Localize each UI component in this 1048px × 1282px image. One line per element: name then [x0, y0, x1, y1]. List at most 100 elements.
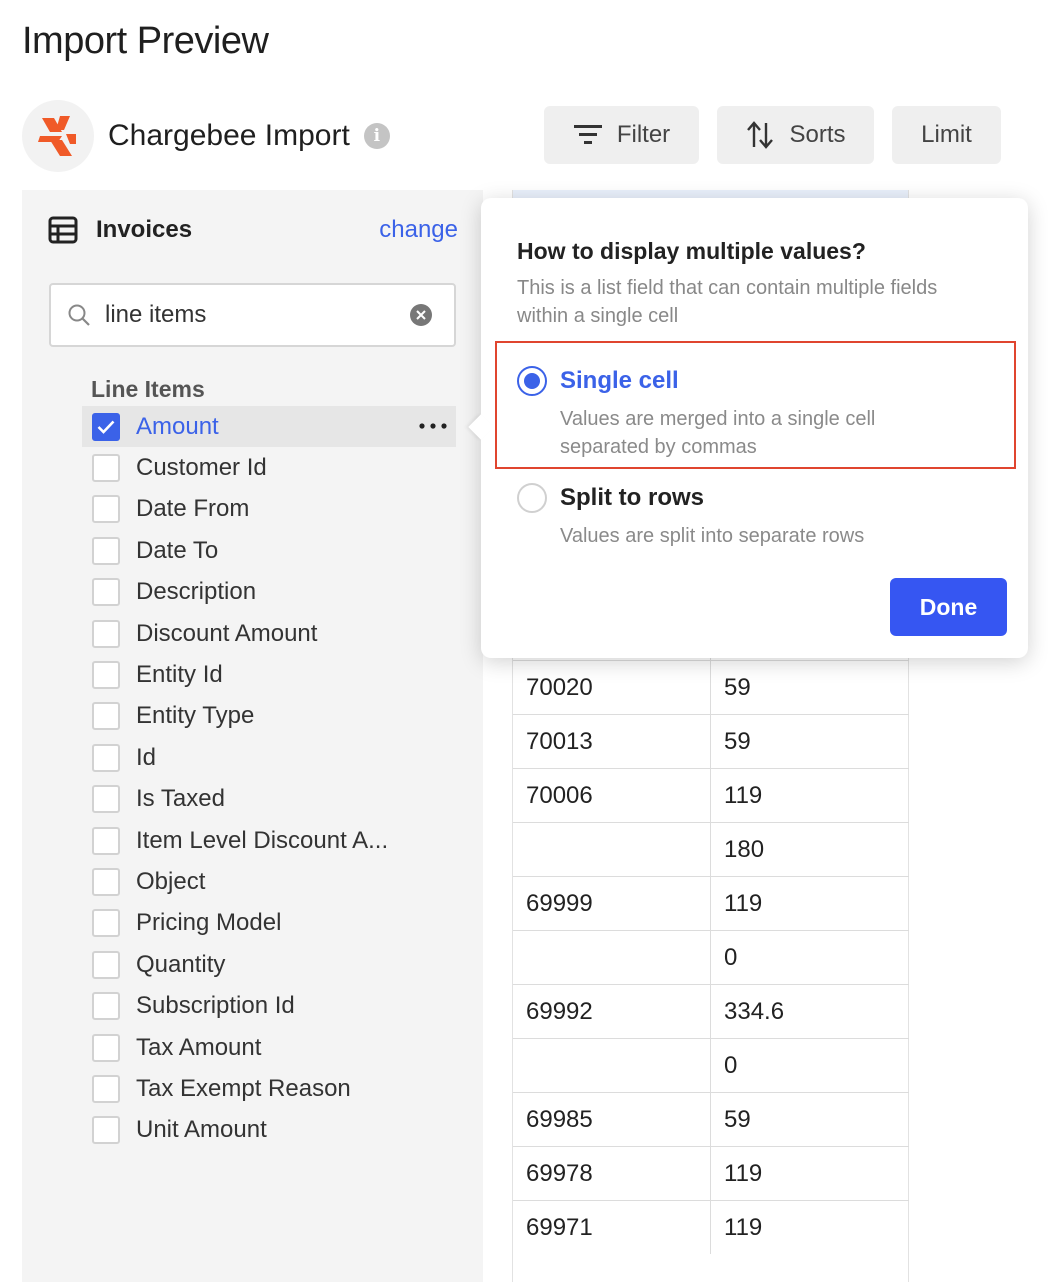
id-cell	[513, 1039, 711, 1092]
field-item[interactable]: Date From	[82, 489, 456, 530]
field-checkbox[interactable]	[92, 1116, 120, 1145]
field-checkbox[interactable]	[92, 826, 120, 855]
id-cell	[513, 823, 711, 876]
sidebar-header: Invoices change	[48, 212, 458, 248]
field-item[interactable]: Date To	[82, 530, 456, 571]
clear-search-icon[interactable]	[410, 304, 432, 326]
field-item[interactable]: Amount	[82, 406, 456, 448]
amount-cell: 59	[724, 727, 751, 755]
option-single-cell[interactable]: Single cell Values are merged into a sin…	[517, 364, 997, 464]
filter-button[interactable]: Filter	[544, 106, 699, 164]
field-search	[49, 283, 456, 347]
filter-icon	[573, 125, 602, 144]
amount-cell: 334.6	[724, 997, 785, 1025]
more-options-icon[interactable]	[414, 412, 452, 440]
option-split-rows[interactable]: Split to rows Values are split into sepa…	[517, 481, 997, 551]
field-item[interactable]: Tax Amount	[82, 1027, 456, 1068]
id-cell: 69985	[513, 1093, 711, 1146]
field-item[interactable]: Object	[82, 861, 456, 902]
info-icon[interactable]: i	[363, 123, 390, 149]
search-input[interactable]	[105, 301, 395, 329]
id-cell: 70020	[513, 661, 711, 714]
field-item[interactable]: Description	[82, 572, 456, 613]
done-button[interactable]: Done	[890, 578, 1007, 636]
field-item[interactable]: Unit Amount	[82, 1110, 456, 1151]
field-item[interactable]: Subscription Id	[82, 985, 456, 1026]
id-cell: 70013	[513, 715, 711, 768]
amount-cell: 119	[724, 1213, 763, 1241]
table-row: 0	[513, 1038, 909, 1092]
field-label: Date From	[136, 495, 250, 523]
option-description: Values are merged into a single cell sep…	[560, 408, 876, 458]
field-item[interactable]: Tax Exempt Reason	[82, 1068, 456, 1109]
checkmark-icon	[97, 420, 115, 434]
table-row: 69978 119	[513, 1146, 909, 1200]
page-title: Import Preview	[22, 20, 269, 62]
amount-cell: 119	[724, 889, 763, 917]
popover-title: How to display multiple values?	[517, 238, 866, 264]
amount-cell: 59	[724, 1105, 751, 1133]
field-label: Description	[136, 578, 257, 606]
split-rows-radio[interactable]	[517, 483, 547, 513]
id-cell: 69978	[513, 1147, 711, 1200]
field-label: Object	[136, 867, 206, 895]
amount-cell: 0	[724, 1051, 738, 1079]
field-item[interactable]: Is Taxed	[82, 779, 456, 820]
field-checkbox[interactable]	[92, 1033, 120, 1062]
field-checkbox[interactable]	[92, 619, 120, 648]
field-checkbox[interactable]	[92, 867, 120, 896]
amount-cell: 0	[724, 943, 738, 971]
sorts-button[interactable]: Sorts	[717, 106, 874, 164]
field-checkbox[interactable]	[92, 454, 120, 483]
field-checkbox[interactable]	[92, 743, 120, 772]
field-item[interactable]: Pricing Model	[82, 903, 456, 944]
id-cell: 69971	[513, 1201, 711, 1254]
field-item[interactable]: Entity Id	[82, 654, 456, 695]
field-item[interactable]: Entity Type	[82, 696, 456, 737]
field-label: Quantity	[136, 950, 226, 978]
field-label: Date To	[136, 536, 219, 564]
field-label: Entity Type	[136, 702, 255, 730]
field-checkbox[interactable]	[92, 495, 120, 524]
field-checkbox[interactable]	[92, 661, 120, 690]
field-label: Tax Exempt Reason	[136, 1074, 351, 1102]
field-label: Entity Id	[136, 661, 223, 689]
search-icon	[68, 304, 90, 326]
field-label: Subscription Id	[136, 992, 295, 1020]
field-label: Item Level Discount A...	[136, 826, 389, 854]
field-checkbox[interactable]	[92, 412, 120, 441]
group-label: Line Items	[91, 376, 205, 402]
sort-arrows-icon	[747, 121, 774, 149]
filter-label: Filter	[616, 121, 671, 148]
id-cell	[513, 931, 711, 984]
field-checkbox[interactable]	[92, 578, 120, 607]
field-label: Customer Id	[136, 454, 267, 482]
field-checkbox[interactable]	[92, 950, 120, 979]
table-row: 0	[513, 930, 909, 984]
field-checkbox[interactable]	[92, 536, 120, 565]
id-cell: 70006	[513, 769, 711, 822]
limit-label: Limit	[921, 121, 972, 148]
field-checkbox[interactable]	[92, 702, 120, 731]
field-item[interactable]: Id	[82, 737, 456, 778]
table-row: 69985 59	[513, 1092, 909, 1146]
field-checkbox[interactable]	[92, 909, 120, 938]
field-checkbox[interactable]	[92, 992, 120, 1021]
change-table-link[interactable]: change	[379, 216, 458, 244]
source-header: Chargebee Import i	[22, 100, 390, 172]
table-icon	[48, 216, 78, 244]
field-item[interactable]: Quantity	[82, 944, 456, 985]
field-item[interactable]: Item Level Discount A...	[82, 820, 456, 861]
table-row: 69992 334.6	[513, 984, 909, 1038]
field-item[interactable]: Discount Amount	[82, 613, 456, 654]
field-checkbox[interactable]	[92, 1074, 120, 1103]
limit-button[interactable]: Limit	[892, 106, 1001, 164]
field-label: Id	[136, 743, 157, 771]
table-row: 70013 59	[513, 714, 909, 768]
field-item[interactable]: Customer Id	[82, 447, 456, 488]
field-checkbox[interactable]	[92, 785, 120, 814]
table-row: 70006 119	[513, 768, 909, 822]
id-cell: 69999	[513, 877, 711, 930]
popover-description: This is a list field that can contain mu…	[517, 277, 938, 327]
single-cell-radio[interactable]	[517, 366, 547, 396]
